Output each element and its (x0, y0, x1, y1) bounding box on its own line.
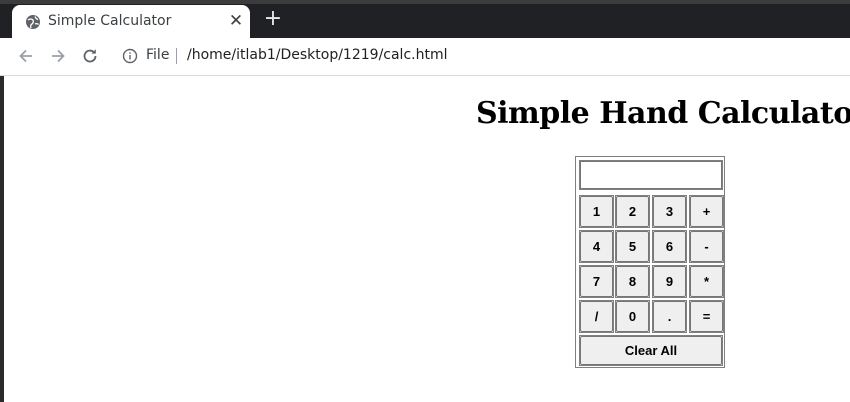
browser-toolbar: File /home/itlab1/Desktop/1219/calc.html (0, 38, 850, 76)
tab-close-icon[interactable]: ✕ (228, 12, 244, 30)
keypad-cell: = (689, 300, 724, 333)
back-arrow-icon[interactable] (16, 46, 36, 66)
plus-button[interactable]: + (690, 196, 723, 227)
digit-8-button[interactable]: 8 (616, 266, 649, 297)
digit-7-button[interactable]: 7 (580, 266, 613, 297)
keypad-cell: 7 (579, 265, 614, 298)
divide-button[interactable]: / (580, 301, 613, 332)
digit-3-button[interactable]: 3 (653, 196, 686, 227)
decimal-point-button[interactable]: . (653, 301, 686, 332)
browser-tab[interactable]: Simple Calculator ✕ (12, 5, 250, 38)
clear-cell: Clear All (579, 335, 723, 366)
minus-button[interactable]: - (690, 231, 723, 262)
browser-tab-strip: Simple Calculator ✕ + (0, 0, 850, 38)
calculator-table: 1 2 3 +4 5 6- 7 8 9 * /0. = Clear All (575, 156, 725, 368)
digit-9-button[interactable]: 9 (653, 266, 686, 297)
keypad-cell: 3 (652, 195, 687, 228)
address-bar[interactable]: File /home/itlab1/Desktop/1219/calc.html (112, 42, 842, 70)
keypad-cell: 5 (615, 230, 650, 263)
digit-2-button[interactable]: 2 (616, 196, 649, 227)
multiply-button[interactable]: * (690, 266, 723, 297)
address-url[interactable]: /home/itlab1/Desktop/1219/calc.html (187, 47, 447, 63)
digit-5-button[interactable]: 5 (616, 231, 649, 262)
display-cell (579, 160, 723, 190)
digit-4-button[interactable]: 4 (580, 231, 613, 262)
keypad-cell: / (579, 300, 614, 333)
clear-all-button[interactable]: Clear All (580, 336, 722, 365)
keypad-cell: - (689, 230, 724, 263)
keypad-cell: 6 (652, 230, 687, 263)
calculator-display-input[interactable] (580, 161, 722, 189)
page-title: Simple Hand Calculator (476, 96, 850, 131)
tab-title: Simple Calculator (48, 13, 172, 29)
keypad-cell: 8 (615, 265, 650, 298)
globe-icon (26, 15, 40, 29)
digit-6-button[interactable]: 6 (653, 231, 686, 262)
keypad-cell: 4 (579, 230, 614, 263)
reload-icon[interactable] (80, 46, 100, 66)
digit-1-button[interactable]: 1 (580, 196, 613, 227)
keypad-cell: + (689, 195, 724, 228)
keypad-cell: * (689, 265, 724, 298)
keypad-cell: 9 (652, 265, 687, 298)
digit-0-button[interactable]: 0 (616, 301, 649, 332)
keypad-cell: 2 (615, 195, 650, 228)
new-tab-button[interactable]: + (263, 8, 283, 30)
keypad-cell: . (652, 300, 687, 333)
equals-button[interactable]: = (690, 301, 723, 332)
forward-arrow-icon[interactable] (48, 46, 68, 66)
keypad-cell: 1 (579, 195, 614, 228)
address-separator (176, 48, 177, 64)
window-top-border (0, 0, 850, 4)
address-scheme-label: File (146, 47, 170, 63)
info-icon[interactable] (122, 48, 138, 64)
keypad-cell: 0 (615, 300, 650, 333)
window-left-edge (0, 76, 4, 402)
